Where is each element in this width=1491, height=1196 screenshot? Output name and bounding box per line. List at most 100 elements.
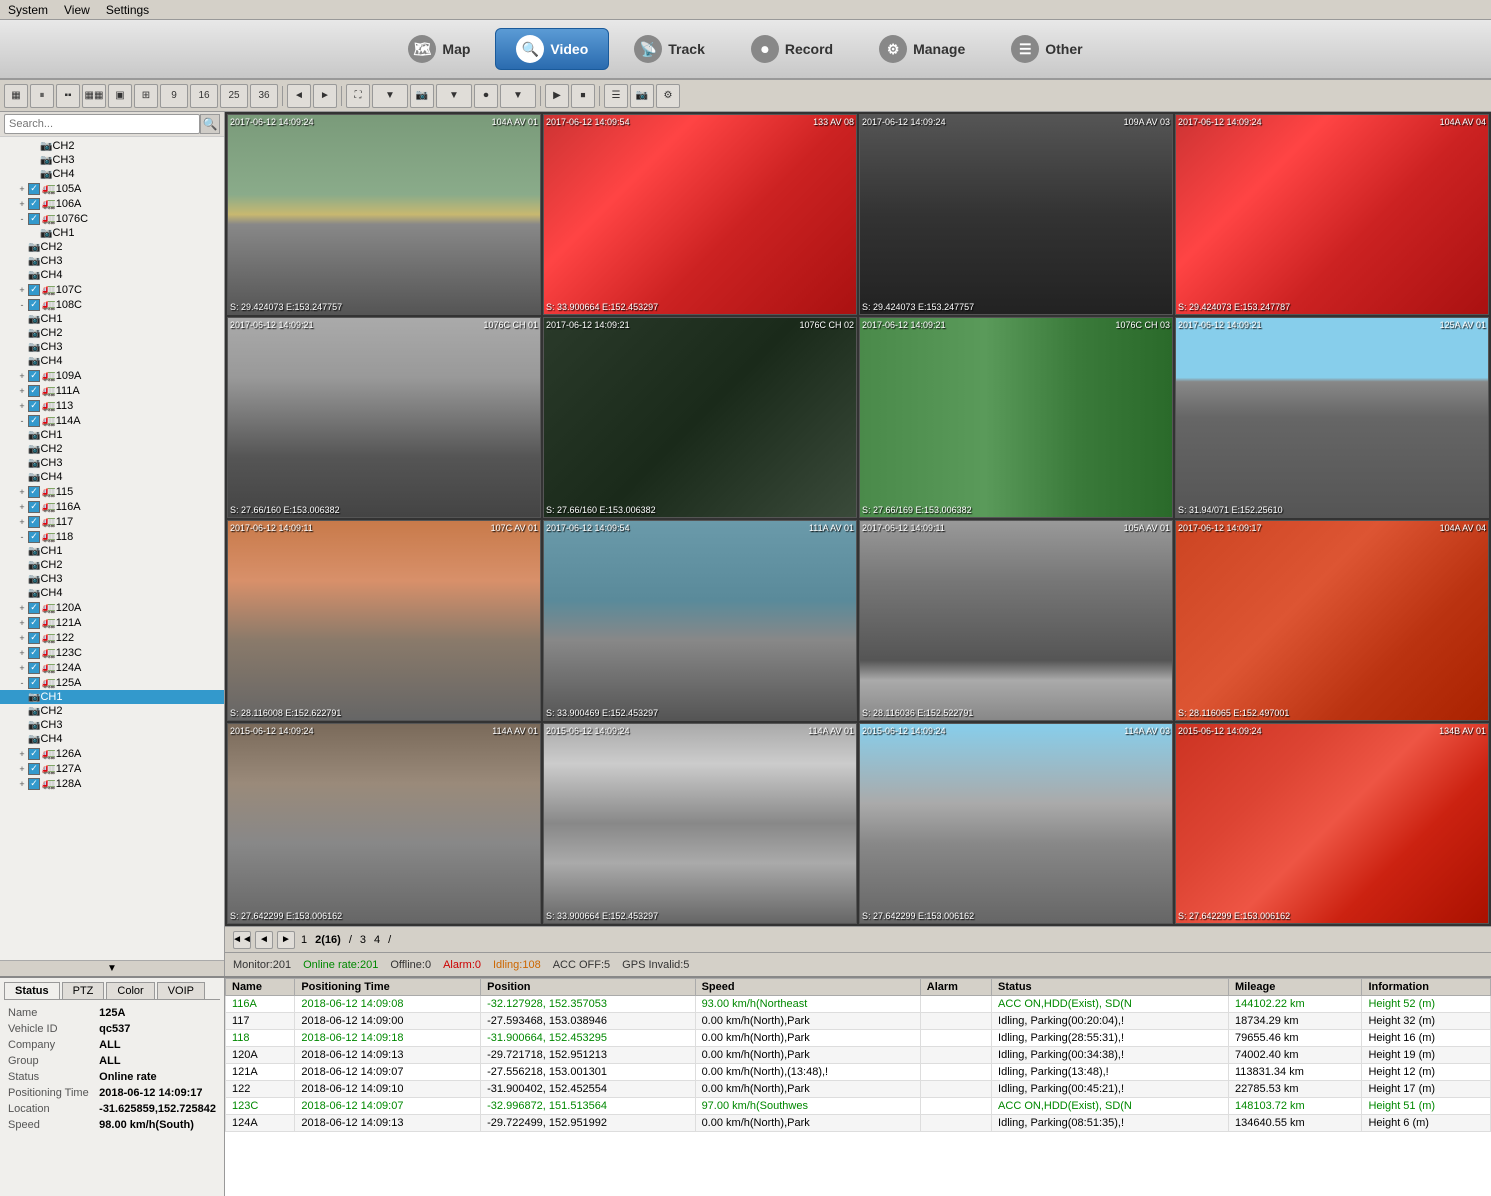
toolbar-btn-9[interactable]: 9	[160, 84, 188, 108]
table-row[interactable]: 123C2018-06-12 14:09:07-32.996872, 151.5…	[226, 1098, 1491, 1115]
checkbox-109a[interactable]: ✓	[28, 370, 40, 382]
video-cell-2[interactable]: 2017-06-12 14:09:54 133 AV 08 S: 33.9006…	[543, 114, 857, 315]
tree-item-ch3-1[interactable]: 📷 CH3	[0, 153, 224, 167]
tree-item-116a[interactable]: + ✓ 🚛 116A	[0, 499, 224, 514]
tree-item-ch4-d[interactable]: 📷 CH4	[0, 586, 224, 600]
tree-item-ch2-c[interactable]: 📷 CH2	[0, 442, 224, 456]
toolbar-btn-fullscreen[interactable]: ⛶	[346, 84, 370, 108]
video-cell-16[interactable]: 2015-06-12 14:09:24 134B AV 01 S: 27.642…	[1175, 723, 1489, 924]
th-speed[interactable]: Speed	[695, 979, 920, 996]
checkbox-124a[interactable]: ✓	[28, 662, 40, 674]
tree-item-ch3-d[interactable]: 📷 CH3	[0, 572, 224, 586]
checkbox-113[interactable]: ✓	[28, 400, 40, 412]
tree-item-ch3-b[interactable]: 📷 CH3	[0, 340, 224, 354]
video-cell-14[interactable]: 2015-06-12 14:09:24 114A AV 01 S: 33.900…	[543, 723, 857, 924]
tree-item-ch2-a[interactable]: 📷 CH2	[0, 240, 224, 254]
checkbox-120a[interactable]: ✓	[28, 602, 40, 614]
toolbar-btn-play[interactable]: ▶	[545, 84, 569, 108]
checkbox-123c[interactable]: ✓	[28, 647, 40, 659]
checkbox-106a[interactable]: ✓	[28, 198, 40, 210]
toolbar-btn-1[interactable]: ▦	[4, 84, 28, 108]
expander[interactable]: +	[16, 370, 28, 382]
expander[interactable]: +	[16, 602, 28, 614]
tab-other[interactable]: ☰ Other	[990, 28, 1103, 70]
expander[interactable]: +	[16, 516, 28, 528]
checkbox-1076c[interactable]: ✓	[28, 213, 40, 225]
tree-item-127a[interactable]: + ✓ 🚛 127A	[0, 761, 224, 776]
tab-map[interactable]: 🗺 Map	[387, 28, 491, 70]
th-positioning-time[interactable]: Positioning Time	[295, 979, 481, 996]
video-cell-3[interactable]: 2017-06-12 14:09:24 109A AV 03 S: 29.424…	[859, 114, 1173, 315]
info-tab-voip[interactable]: VOIP	[157, 982, 205, 999]
toolbar-btn-stop[interactable]: ⏹	[571, 84, 595, 108]
video-cell-8[interactable]: 2017-06-12 14:09:21 125A AV 01 S: 31.94/…	[1175, 317, 1489, 518]
expander[interactable]: +	[16, 501, 28, 513]
toolbar-btn-next[interactable]: ►	[313, 84, 337, 108]
video-cell-11[interactable]: 2017-06-12 14:09:11 105A AV 01 S: 28.116…	[859, 520, 1173, 721]
table-row[interactable]: 124A2018-06-12 14:09:13-29.722499, 152.9…	[226, 1115, 1491, 1132]
video-cell-7[interactable]: 2017-06-12 14:09:21 1076C CH 03 S: 27.66…	[859, 317, 1173, 518]
checkbox-114a[interactable]: ✓	[28, 415, 40, 427]
expander[interactable]: +	[16, 385, 28, 397]
expander[interactable]	[28, 140, 40, 152]
video-cell-1[interactable]: 2017-06-12 14:09:24 104A AV 01 S: 29.424…	[227, 114, 541, 315]
th-information[interactable]: Information	[1362, 979, 1491, 996]
tree-item-ch1-d[interactable]: 📷 CH1	[0, 544, 224, 558]
checkbox-126a[interactable]: ✓	[28, 748, 40, 760]
checkbox-116a[interactable]: ✓	[28, 501, 40, 513]
tree-item-ch4-1[interactable]: 📷 CH4	[0, 167, 224, 181]
tree-item-105a[interactable]: + ✓ 🚛 105A	[0, 181, 224, 196]
tree-item-ch1-b[interactable]: 📷 CH1	[0, 312, 224, 326]
toolbar-btn-4[interactable]: ▦▦	[82, 84, 106, 108]
tree-item-113[interactable]: + ✓ 🚛 113	[0, 398, 224, 413]
checkbox-111a[interactable]: ✓	[28, 385, 40, 397]
tab-manage[interactable]: ⚙ Manage	[858, 28, 986, 70]
tree-item-124a[interactable]: + ✓ 🚛 124A	[0, 660, 224, 675]
expander[interactable]: +	[16, 486, 28, 498]
sidebar-search-button[interactable]: 🔍	[200, 114, 220, 134]
tree-item-ch4-c[interactable]: 📷 CH4	[0, 470, 224, 484]
tree-item-ch3-c[interactable]: 📷 CH3	[0, 456, 224, 470]
expander[interactable]: +	[16, 284, 28, 296]
expander[interactable]: +	[16, 748, 28, 760]
page-3[interactable]: 3	[360, 934, 366, 946]
expander[interactable]	[28, 168, 40, 180]
tree-item-125a[interactable]: - ✓ 🚛 125A	[0, 675, 224, 690]
menu-system[interactable]: System	[8, 3, 48, 17]
toolbar-btn-36[interactable]: 36	[250, 84, 278, 108]
checkbox-118[interactable]: ✓	[28, 531, 40, 543]
toolbar-dropdown-3[interactable]: ▼	[500, 84, 536, 108]
page-1[interactable]: 1	[301, 934, 307, 946]
video-cell-15[interactable]: 2015-06-12 14:09:24 114A AV 03 S: 27.642…	[859, 723, 1173, 924]
expander[interactable]: -	[16, 415, 28, 427]
checkbox-122[interactable]: ✓	[28, 632, 40, 644]
tab-track[interactable]: 📡 Track	[613, 28, 726, 70]
checkbox-105a[interactable]: ✓	[28, 183, 40, 195]
table-row[interactable]: 121A2018-06-12 14:09:07-27.556218, 153.0…	[226, 1064, 1491, 1081]
video-cell-5[interactable]: 2017-06-12 14:09:21 1076C CH 01 S: 27.66…	[227, 317, 541, 518]
toolbar-btn-3[interactable]: ▪▪	[56, 84, 80, 108]
tree-item-108c[interactable]: - ✓ 🚛 108C	[0, 297, 224, 312]
page-prev-btn[interactable]: ◄	[255, 931, 273, 949]
checkbox-121a[interactable]: ✓	[28, 617, 40, 629]
expander[interactable]: +	[16, 183, 28, 195]
expander[interactable]: +	[16, 617, 28, 629]
checkbox-127a[interactable]: ✓	[28, 763, 40, 775]
video-cell-9[interactable]: 2017-06-12 14:09:11 107C AV 01 S: 28.116…	[227, 520, 541, 721]
toolbar-btn-record2[interactable]: ⏺	[474, 84, 498, 108]
tree-item-ch2-1[interactable]: 📷 CH2	[0, 139, 224, 153]
tree-item-107c[interactable]: + ✓ 🚛 107C	[0, 282, 224, 297]
info-tab-status[interactable]: Status	[4, 982, 60, 999]
tree-item-126a[interactable]: + ✓ 🚛 126A	[0, 746, 224, 761]
expander[interactable]	[28, 154, 40, 166]
tab-record[interactable]: ⏺ Record	[730, 28, 854, 70]
tab-video[interactable]: 🔍 Video	[495, 28, 609, 70]
tree-item-ch3-a[interactable]: 📷 CH3	[0, 254, 224, 268]
tree-item-ch2-e[interactable]: 📷 CH2	[0, 704, 224, 718]
toolbar-btn-snap[interactable]: 📷	[410, 84, 434, 108]
video-cell-13[interactable]: 2015-06-12 14:09:24 114A AV 01 S: 27.642…	[227, 723, 541, 924]
page-next-btn[interactable]: ►	[277, 931, 295, 949]
toolbar-btn-16[interactable]: 16	[190, 84, 218, 108]
video-cell-10[interactable]: 2017-06-12 14:09:54 111A AV 01 S: 33.900…	[543, 520, 857, 721]
checkbox-115[interactable]: ✓	[28, 486, 40, 498]
